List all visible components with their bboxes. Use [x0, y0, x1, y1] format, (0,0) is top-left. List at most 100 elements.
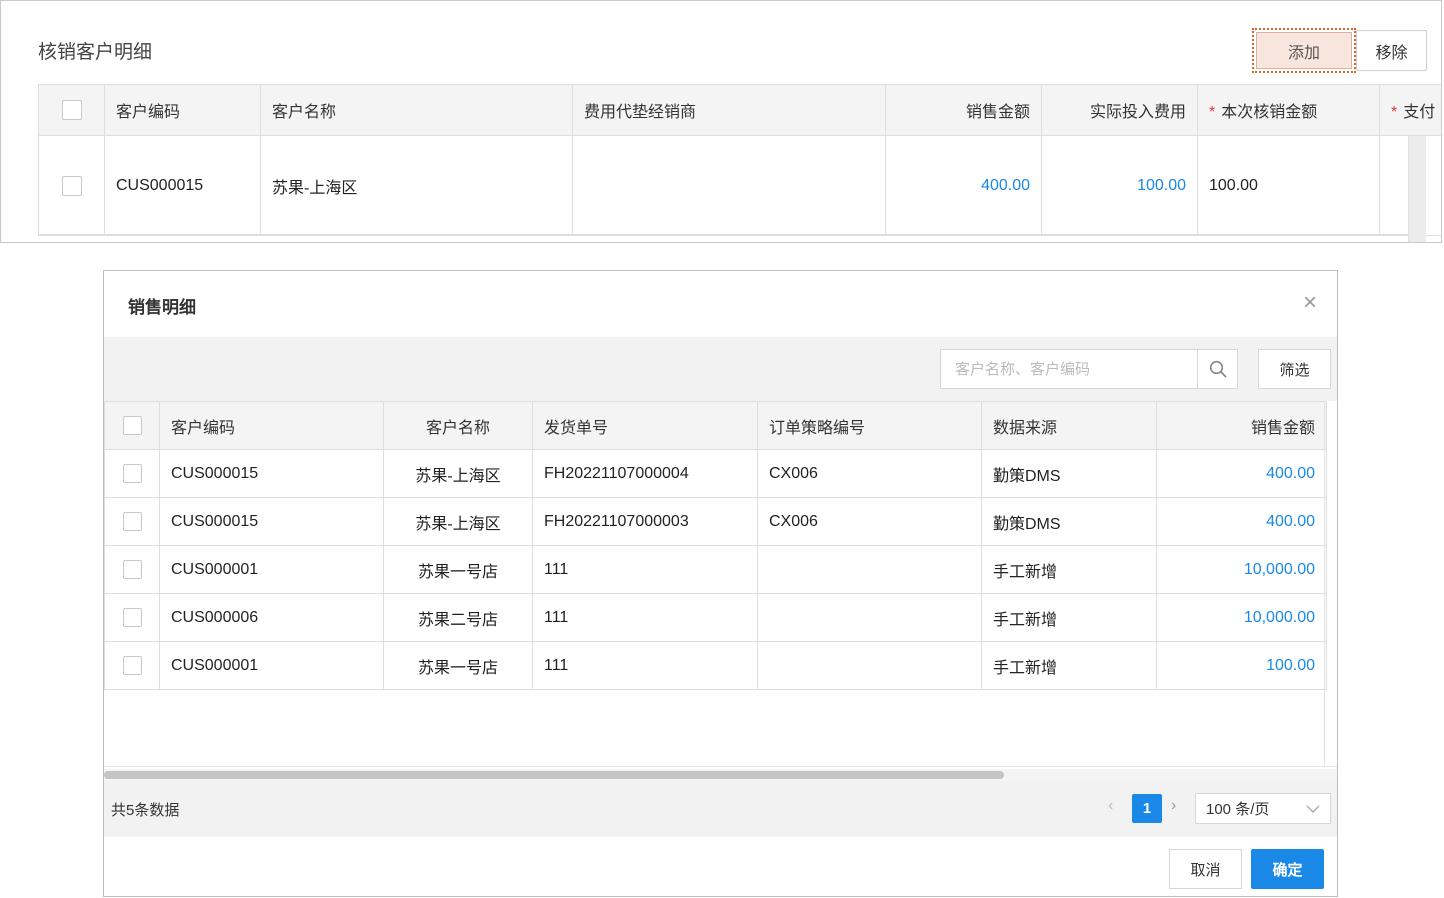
sales-grid-container: 客户编码 客户名称 发货单号 订单策略编号 数据来源 销售金额 CUS00001… [104, 401, 1337, 767]
page-size-select[interactable]: 100 条/页 [1195, 793, 1331, 824]
col-header-customer-name[interactable]: 客户名称 [260, 84, 573, 136]
writeoff-customer-panel: 核销客户明细 添加 移除 客户编码 客户名称 费用代垫经销商 销售金额 实际投入… [0, 0, 1442, 243]
panel-title: 核销客户明细 [38, 42, 153, 63]
grid-right-border [1324, 401, 1325, 766]
col-header-actual-cost[interactable]: 实际投入费用 [1041, 84, 1198, 136]
cell-customer-name: 苏果一号店 [383, 641, 533, 690]
cell-customer-code: CUS000006 [159, 593, 384, 642]
vertical-scrollbar[interactable] [1408, 136, 1426, 242]
col-header-writeoff-label: 本次核销金额 [1221, 104, 1318, 121]
remove-button[interactable]: 移除 [1356, 30, 1427, 71]
table-row[interactable]: CUS000006 苏果二号店 111 手工新增 10,000.00 [104, 593, 1327, 642]
select-all-checkbox[interactable] [61, 100, 82, 120]
cell-writeoff-amount[interactable]: 100.00 [1197, 135, 1380, 236]
cell-sales-amount-link[interactable]: 10,000.00 [1156, 545, 1327, 594]
cell-strategy-no: CX006 [757, 497, 982, 546]
col-header-dealer[interactable]: 费用代垫经销商 [572, 84, 886, 136]
col-header-pay[interactable]: * 支付 [1379, 84, 1441, 136]
row-select-cell [104, 641, 160, 690]
col-header-sales-amount[interactable]: 销售金额 [885, 84, 1042, 136]
writeoff-customer-table: 客户编码 客户名称 费用代垫经销商 销售金额 实际投入费用 * 本次核销金额 * 支… [38, 84, 1441, 236]
table-row[interactable]: CUS000015 苏果-上海区 FH20221107000003 CX006 … [104, 497, 1327, 546]
table-row[interactable]: CUS000001 苏果一号店 111 手工新增 10,000.00 [104, 545, 1327, 594]
col-header-writeoff-amount[interactable]: * 本次核销金额 [1197, 84, 1380, 136]
col-header-delivery-no[interactable]: 发货单号 [532, 401, 758, 450]
select-all-header [104, 401, 160, 450]
cell-sales-amount-link[interactable]: 400.00 [1156, 449, 1327, 498]
cell-customer-code: CUS000015 [104, 135, 261, 236]
col-header-sales-amount[interactable]: 销售金额 [1156, 401, 1327, 450]
cell-customer-name: 苏果二号店 [383, 593, 533, 642]
table-row[interactable]: CUS000001 苏果一号店 111 手工新增 100.00 [104, 641, 1327, 690]
cell-actual-cost-link[interactable]: 100.00 [1041, 135, 1198, 236]
col-header-pay-label: 支付 [1403, 104, 1436, 121]
horizontal-scrollbar[interactable] [104, 769, 1337, 781]
cell-customer-name: 苏果-上海区 [383, 497, 533, 546]
required-mark: * [1209, 104, 1216, 121]
chevron-left-icon[interactable]: ‹ [1108, 797, 1113, 815]
col-header-data-source[interactable]: 数据来源 [981, 401, 1157, 450]
confirm-button[interactable]: 确定 [1251, 849, 1324, 889]
page-size-value: 100 条/页 [1206, 801, 1270, 818]
search-button[interactable] [1197, 350, 1237, 388]
cell-data-source: 勤策DMS [981, 497, 1157, 546]
cell-delivery-no: FH20221107000004 [532, 449, 758, 498]
table-row: CUS000015 苏果-上海区 400.00 100.00 100.00 [38, 135, 1441, 236]
dialog-toolbar: 筛选 [104, 337, 1337, 401]
pagination-bar: 共5条数据 ‹ 1 › 100 条/页 [104, 781, 1337, 837]
cell-customer-code: CUS000015 [159, 449, 384, 498]
cell-data-source: 手工新增 [981, 593, 1157, 642]
col-header-strategy-no[interactable]: 订单策略编号 [757, 401, 982, 450]
cell-sales-amount-link[interactable]: 100.00 [1156, 641, 1327, 690]
cell-delivery-no: 111 [532, 545, 758, 594]
row-select-cell [104, 449, 160, 498]
col-header-customer-code[interactable]: 客户编码 [104, 84, 261, 136]
add-button[interactable]: 添加 [1256, 32, 1352, 69]
cell-data-source: 手工新增 [981, 641, 1157, 690]
add-button-highlight[interactable]: 添加 [1252, 28, 1356, 73]
cell-customer-name: 苏果一号店 [383, 545, 533, 594]
close-icon[interactable]: × [1296, 289, 1324, 317]
search-icon [1209, 360, 1226, 378]
cell-strategy-no [757, 545, 982, 594]
row-checkbox[interactable] [122, 512, 142, 531]
dialog-title: 销售明细 [128, 298, 196, 317]
cell-data-source: 手工新增 [981, 545, 1157, 594]
cell-sales-amount-link[interactable]: 400.00 [1156, 497, 1327, 546]
cell-data-source: 勤策DMS [981, 449, 1157, 498]
cancel-button[interactable]: 取消 [1169, 849, 1242, 889]
row-checkbox[interactable] [122, 608, 142, 627]
cell-customer-name: 苏果-上海区 [383, 449, 533, 498]
col-header-customer-name[interactable]: 客户名称 [383, 401, 533, 450]
search-input[interactable] [941, 350, 1197, 388]
scrollbar-thumb[interactable] [104, 771, 1004, 779]
cell-strategy-no [757, 593, 982, 642]
cell-strategy-no: CX006 [757, 449, 982, 498]
row-checkbox[interactable] [122, 560, 142, 579]
cell-delivery-no: FH20221107000003 [532, 497, 758, 546]
row-checkbox[interactable] [122, 464, 142, 483]
sales-detail-table: 客户编码 客户名称 发货单号 订单策略编号 数据来源 销售金额 CUS00001… [104, 401, 1327, 690]
row-checkbox[interactable] [122, 656, 142, 675]
sales-detail-dialog: 销售明细 × 筛选 客户编码 客户名称 [103, 270, 1338, 897]
cell-customer-code: CUS000001 [159, 545, 384, 594]
cell-sales-amount-link[interactable]: 400.00 [885, 135, 1042, 236]
col-header-customer-code[interactable]: 客户编码 [159, 401, 384, 450]
cell-dealer[interactable] [572, 135, 886, 236]
cell-customer-code: CUS000015 [159, 497, 384, 546]
table-row[interactable]: CUS000015 苏果-上海区 FH20221107000004 CX006 … [104, 449, 1327, 498]
cell-strategy-no [757, 641, 982, 690]
table-bottom-border [38, 234, 1409, 235]
row-select-cell [104, 593, 160, 642]
required-mark: * [1391, 104, 1398, 121]
filter-button[interactable]: 筛选 [1258, 349, 1331, 389]
chevron-right-icon[interactable]: › [1171, 797, 1176, 815]
cell-customer-code: CUS000001 [159, 641, 384, 690]
select-all-checkbox[interactable] [122, 416, 142, 435]
page-number-current[interactable]: 1 [1132, 794, 1162, 823]
cell-delivery-no: 111 [532, 641, 758, 690]
select-all-header [38, 84, 105, 136]
row-checkbox[interactable] [61, 175, 82, 196]
cell-sales-amount-link[interactable]: 10,000.00 [1156, 593, 1327, 642]
search-box [940, 349, 1238, 389]
